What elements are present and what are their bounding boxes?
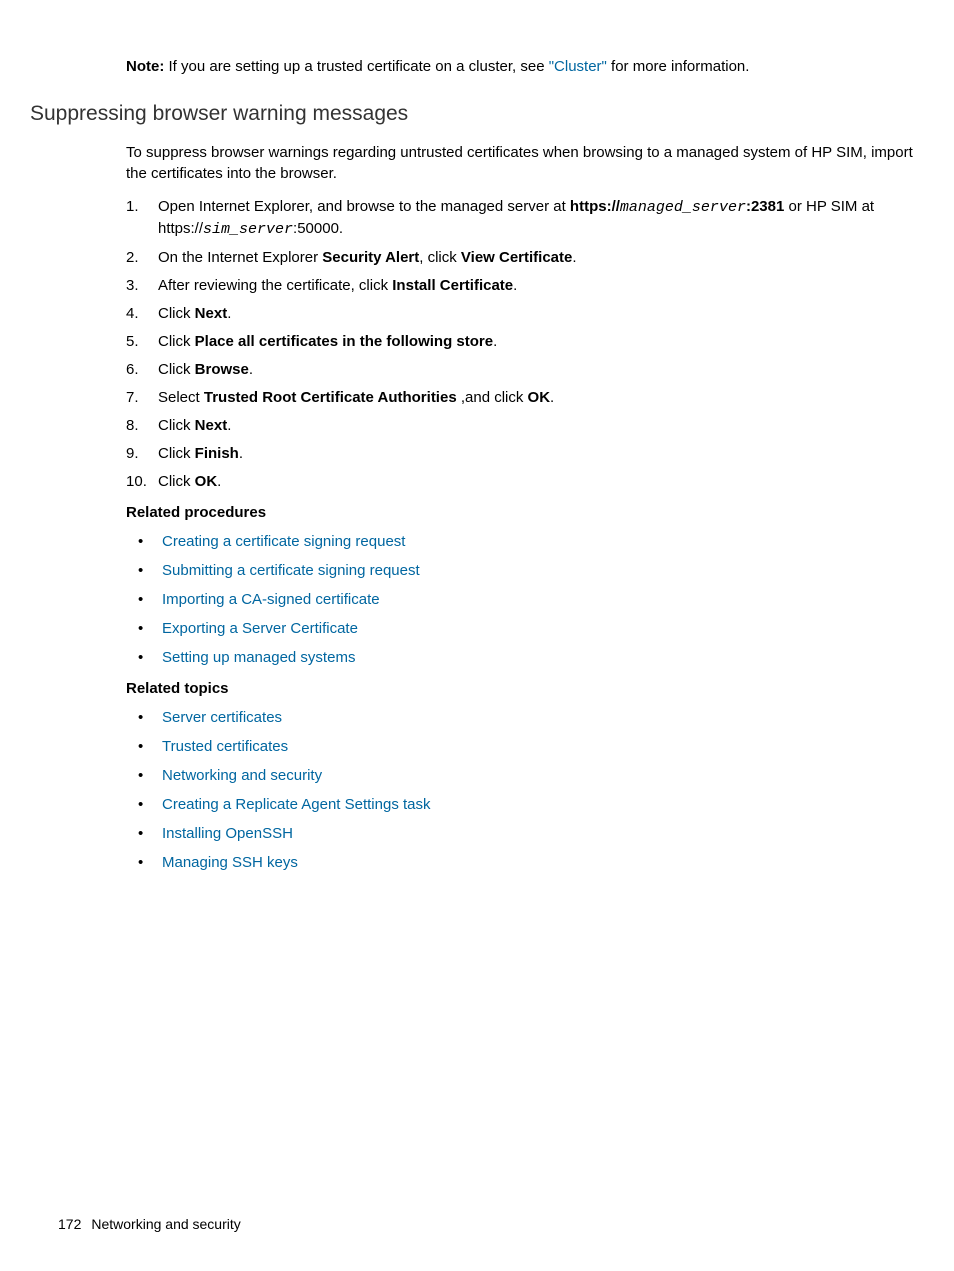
list-item: Managing SSH keys xyxy=(126,852,954,873)
note-text-before: If you are setting up a trusted certific… xyxy=(164,58,548,75)
footer-section: Networking and security xyxy=(91,1216,240,1232)
list-item: Server certificates xyxy=(126,707,954,728)
list-item: Networking and security xyxy=(126,765,954,786)
related-procedure-link[interactable]: Exporting a Server Certificate xyxy=(162,620,358,637)
step-9: Click Finish. xyxy=(126,443,914,464)
related-topic-link[interactable]: Managing SSH keys xyxy=(162,854,298,871)
step-5: Click Place all certificates in the foll… xyxy=(126,331,914,352)
related-procedures-heading: Related procedures xyxy=(126,502,954,523)
page-number: 172 xyxy=(58,1216,81,1232)
step-4: Click Next. xyxy=(126,303,914,324)
step-7: Select Trusted Root Certificate Authorit… xyxy=(126,387,914,408)
related-topic-link[interactable]: Trusted certificates xyxy=(162,738,288,755)
step-10: Click OK. xyxy=(126,471,914,492)
related-procedure-link[interactable]: Setting up managed systems xyxy=(162,649,355,666)
list-item: Creating a Replicate Agent Settings task xyxy=(126,794,954,815)
list-item: Importing a CA-signed certificate xyxy=(126,589,954,610)
related-procedure-link[interactable]: Creating a certificate signing request xyxy=(162,533,405,550)
list-item: Submitting a certificate signing request xyxy=(126,560,954,581)
steps-list: Open Internet Explorer, and browse to th… xyxy=(126,196,914,492)
step-2: On the Internet Explorer Security Alert,… xyxy=(126,247,914,268)
related-topics-list: Server certificates Trusted certificates… xyxy=(126,707,954,873)
related-topic-link[interactable]: Networking and security xyxy=(162,767,322,784)
section-heading: Suppressing browser warning messages xyxy=(30,99,954,128)
related-procedure-link[interactable]: Submitting a certificate signing request xyxy=(162,562,420,579)
note-text-after: for more information. xyxy=(607,58,750,75)
note-label: Note: xyxy=(126,58,164,75)
list-item: Installing OpenSSH xyxy=(126,823,954,844)
list-item: Setting up managed systems xyxy=(126,647,954,668)
intro-paragraph: To suppress browser warnings regarding u… xyxy=(126,142,914,184)
related-topics-heading: Related topics xyxy=(126,678,954,699)
list-item: Trusted certificates xyxy=(126,736,954,757)
step-8: Click Next. xyxy=(126,415,914,436)
related-procedure-link[interactable]: Importing a CA-signed certificate xyxy=(162,591,380,608)
list-item: Exporting a Server Certificate xyxy=(126,618,954,639)
page-footer: 172 Networking and security xyxy=(58,1215,241,1235)
related-topic-link[interactable]: Server certificates xyxy=(162,709,282,726)
note-paragraph: Note: If you are setting up a trusted ce… xyxy=(126,56,954,77)
step-1: Open Internet Explorer, and browse to th… xyxy=(126,196,914,240)
step-3: After reviewing the certificate, click I… xyxy=(126,275,914,296)
related-topic-link[interactable]: Creating a Replicate Agent Settings task xyxy=(162,796,431,813)
step-6: Click Browse. xyxy=(126,359,914,380)
list-item: Creating a certificate signing request xyxy=(126,531,954,552)
cluster-link[interactable]: "Cluster" xyxy=(549,58,607,75)
related-topic-link[interactable]: Installing OpenSSH xyxy=(162,825,293,842)
related-procedures-list: Creating a certificate signing request S… xyxy=(126,531,954,668)
